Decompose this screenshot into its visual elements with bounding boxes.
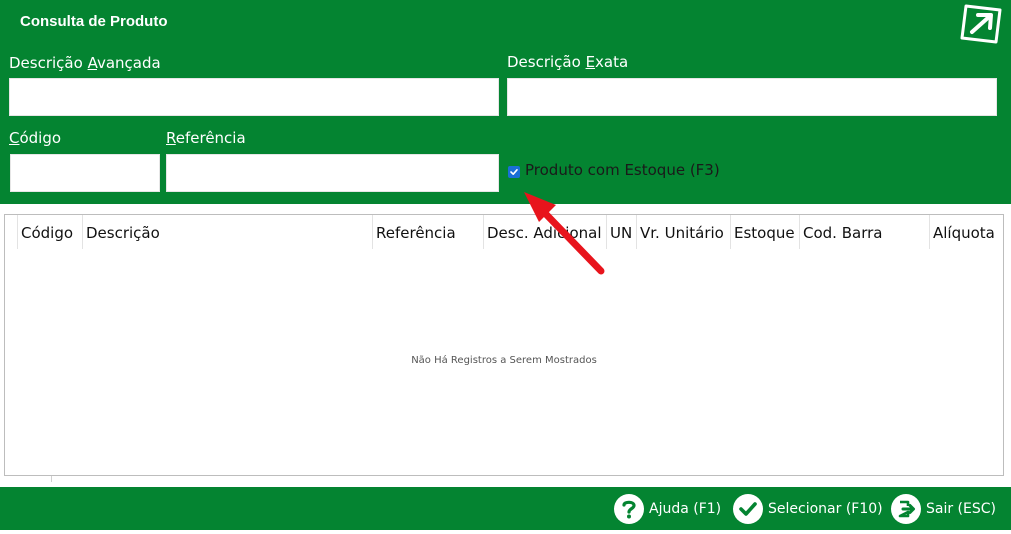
exact-desc-label-post: xata [595, 53, 629, 71]
grid-footer [4, 476, 52, 482]
results-grid[interactable]: Código Descrição Referência Desc. Adicio… [4, 214, 1004, 476]
adv-desc-label-key: A [87, 54, 97, 72]
column-header[interactable]: Vr. Unitário [637, 215, 731, 249]
exit-label: Sair (ESC) [926, 501, 996, 517]
in-stock-label[interactable]: Produto com Estoque (F3) [525, 161, 720, 179]
grid-header: Código Descrição Referência Desc. Adicio… [5, 215, 1003, 249]
question-circle-icon [614, 494, 644, 524]
action-bar: Ajuda (F1) Selecionar (F10) Sair (ESC) [0, 487, 1011, 530]
reference-input[interactable] [166, 154, 499, 192]
reference-label-key: R [166, 129, 176, 147]
column-header[interactable]: Código [18, 215, 83, 249]
exit-button[interactable]: Sair (ESC) [891, 493, 996, 525]
exact-desc-label: Descrição Exata [507, 53, 628, 71]
adv-desc-label-post: vançada [96, 54, 161, 72]
adv-desc-input[interactable] [9, 78, 499, 116]
adv-desc-label: Descrição Avançada [9, 54, 161, 72]
column-header[interactable]: Alíquota [930, 215, 1003, 249]
code-input[interactable] [10, 154, 160, 192]
adv-desc-label-pre: Descrição [9, 54, 88, 72]
help-label: Ajuda (F1) [649, 501, 722, 517]
code-label-key: C [9, 129, 20, 147]
window-title: Consulta de Produto [20, 13, 168, 30]
checkmark-icon [510, 169, 518, 175]
column-header[interactable]: Descrição [83, 215, 373, 249]
column-header[interactable]: Referência [373, 215, 484, 249]
exit-door-icon [891, 494, 921, 524]
empty-message: Não Há Registros a Serem Mostrados [411, 355, 597, 366]
external-arrow-icon[interactable] [958, 2, 1004, 44]
help-button[interactable]: Ajuda (F1) [614, 493, 721, 525]
exact-desc-label-key: E [585, 53, 596, 71]
column-header[interactable]: UN [607, 215, 637, 249]
code-label: Código [9, 129, 61, 147]
column-header[interactable]: Estoque [731, 215, 800, 249]
in-stock-checkbox[interactable] [508, 166, 520, 178]
check-circle-icon [733, 494, 763, 524]
column-header[interactable]: Desc. Adicional [484, 215, 607, 249]
select-button[interactable]: Selecionar (F10) [733, 493, 883, 525]
exact-desc-input[interactable] [507, 78, 997, 116]
code-label-post: ódigo [19, 129, 62, 147]
filter-panel: Consulta de Produto Descrição Avançada D… [0, 0, 1011, 204]
row-indicator-column [5, 215, 18, 249]
column-header[interactable]: Cod. Barra [800, 215, 930, 249]
reference-label: Referência [166, 129, 246, 147]
reference-label-post: eferência [175, 129, 246, 147]
exact-desc-label-pre: Descrição [507, 53, 586, 71]
select-label: Selecionar (F10) [768, 501, 883, 517]
